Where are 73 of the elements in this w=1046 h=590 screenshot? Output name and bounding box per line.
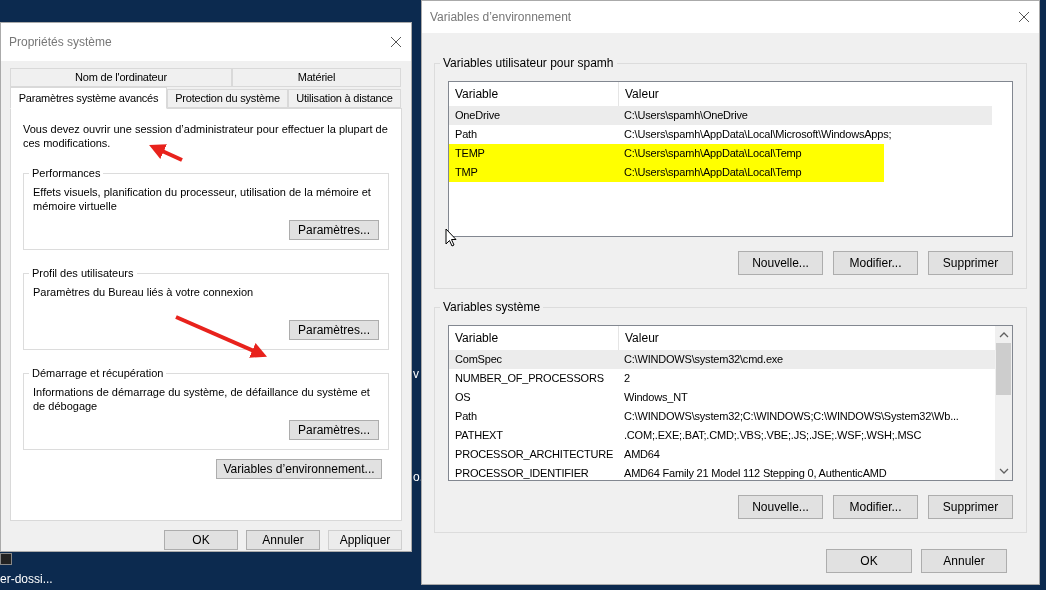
list-row[interactable]: PROCESSOR_ARCHITECTURE AMD64 [449,445,995,464]
window-title: Variables d’environnement [430,9,572,26]
list-action-button[interactable]: Modifier... [833,251,918,275]
table-cell-text: TEMP [454,146,486,162]
table-cell-text: PATHEXT [454,428,504,444]
settings-button[interactable]: Paramètres... [289,220,379,240]
desktop-icon-label[interactable]: er-dossi... [0,570,53,588]
list-row[interactable]: OneDrive C:\Users\spamh\OneDrive [449,106,992,125]
table-cell-text: OS [454,390,472,406]
list-row[interactable]: PATHEXT .COM;.EXE;.BAT;.CMD;.VBS;.VBE;.JS;.JSE;.WSF;.WSH;.MSC [449,426,995,445]
window-title: Propriétés système [9,34,112,51]
table-cell-text: C:\WINDOWS\system32;C:\WINDOWS;C:\WINDOWS\System32\Wb... [623,409,960,425]
table-cell-text: C:\Users\spamh\OneDrive [623,108,749,124]
list-action-button[interactable]: Supprimer [928,495,1013,519]
table-cell-text: PROCESSOR_IDENTIFIER [454,466,590,480]
scroll-down-icon[interactable] [998,468,1009,474]
notice-text: Vous devez ouvrir une session d’administrateur pour effectuer la plupart de ces modifications. [23,122,389,150]
list-action-button[interactable]: Nouvelle... [738,495,823,519]
table-cell-text: C:\Users\spamh\AppData\Local\Microsoft\WindowsApps; [623,127,893,143]
table-cell-text: Path [454,127,478,143]
dialog-button[interactable]: Annuler [921,549,1007,573]
list-action-button[interactable]: Nouvelle... [738,251,823,275]
scroll-up-icon[interactable] [998,332,1009,338]
table-cell-text: ComSpec [454,352,503,368]
table-cell-text: C:\Users\spamh\AppData\Local\Temp [623,165,803,181]
list-row[interactable]: ComSpec C:\WINDOWS\system32\cmd.exe [449,350,995,369]
group-description: Paramètres du Bureau liés à votre connexion [33,285,255,299]
annotation-arrow [149,144,183,162]
dialog-button[interactable]: Annuler [246,530,320,550]
group-title: Variables utilisateur pour spamh [440,56,617,70]
table-cell-text: 2 [623,371,631,387]
dialog-button[interactable]: OK [164,530,238,550]
settings-button[interactable]: Paramètres... [289,320,379,340]
table-cell-text: C:\WINDOWS\system32\cmd.exe [623,352,784,368]
table-cell-text: TMP [454,165,479,181]
dialog-button[interactable]: OK [826,549,912,573]
list-row[interactable]: Path C:\WINDOWS\system32;C:\WINDOWS;C:\WINDOWS\System32\Wb... [449,407,995,426]
column-header[interactable]: Variable [449,326,618,350]
table-cell-text: Windows_NT [623,390,689,406]
group-title: Démarrage et récupération [29,366,167,380]
tab[interactable]: Matériel [232,68,401,87]
scrollbar-thumb[interactable] [996,343,1011,395]
list-row[interactable]: PROCESSOR_IDENTIFIER AMD64 Family 21 Model 112 Stepping 0, AuthenticAMD [449,464,995,480]
group-title: Performances [29,166,104,180]
group-title: Variables système [440,300,544,314]
table-cell-text: AMD64 [623,447,661,463]
table-cell-text: .COM;.EXE;.BAT;.CMD;.VBS;.VBE;.JS;.JSE;.WSF;.WSH;.MSC [623,428,923,444]
tab[interactable]: Utilisation à distance [288,89,401,108]
environment-variables-button[interactable]: Variables d’environnement... [216,459,382,479]
tab[interactable]: Paramètres système avancés [10,87,167,109]
settings-button[interactable]: Paramètres... [289,420,379,440]
group-description: Informations de démarrage du système, de défaillance du système et de débogage [33,385,371,413]
group-description: Effets visuels, planification du processeur, utilisation de la mémoire et mémoire virtuelle [33,185,372,213]
list-row[interactable]: Path C:\Users\spamh\AppData\Local\Microsoft\WindowsApps; [449,125,992,144]
table-cell-text: OneDrive [454,108,501,124]
scrollbar[interactable] [995,326,1012,480]
group-title: Profil des utilisateurs [29,266,137,280]
close-icon[interactable] [390,36,402,48]
desktop-icon-label[interactable]: v [413,365,419,383]
column-header[interactable]: Variable [449,82,618,106]
list-action-button[interactable]: Modifier... [833,495,918,519]
list-row[interactable]: NUMBER_OF_PROCESSORS 2 [449,369,995,388]
list-row[interactable]: OS Windows_NT [449,388,995,407]
table-cell-text: C:\Users\spamh\AppData\Local\Temp [623,146,803,162]
tab[interactable]: Nom de l'ordinateur [10,68,232,87]
table-cell-text: Path [454,409,478,425]
table-cell-text: NUMBER_OF_PROCESSORS [454,371,605,387]
close-icon[interactable] [1018,11,1030,23]
table-cell-text: PROCESSOR_ARCHITECTURE [454,447,615,463]
tab[interactable]: Protection du système [167,89,288,108]
table-cell-text: AMD64 Family 21 Model 112 Stepping 0, AuthenticAMD [623,466,888,480]
list-action-button[interactable]: Supprimer [928,251,1013,275]
desktop-icon[interactable] [0,553,12,565]
